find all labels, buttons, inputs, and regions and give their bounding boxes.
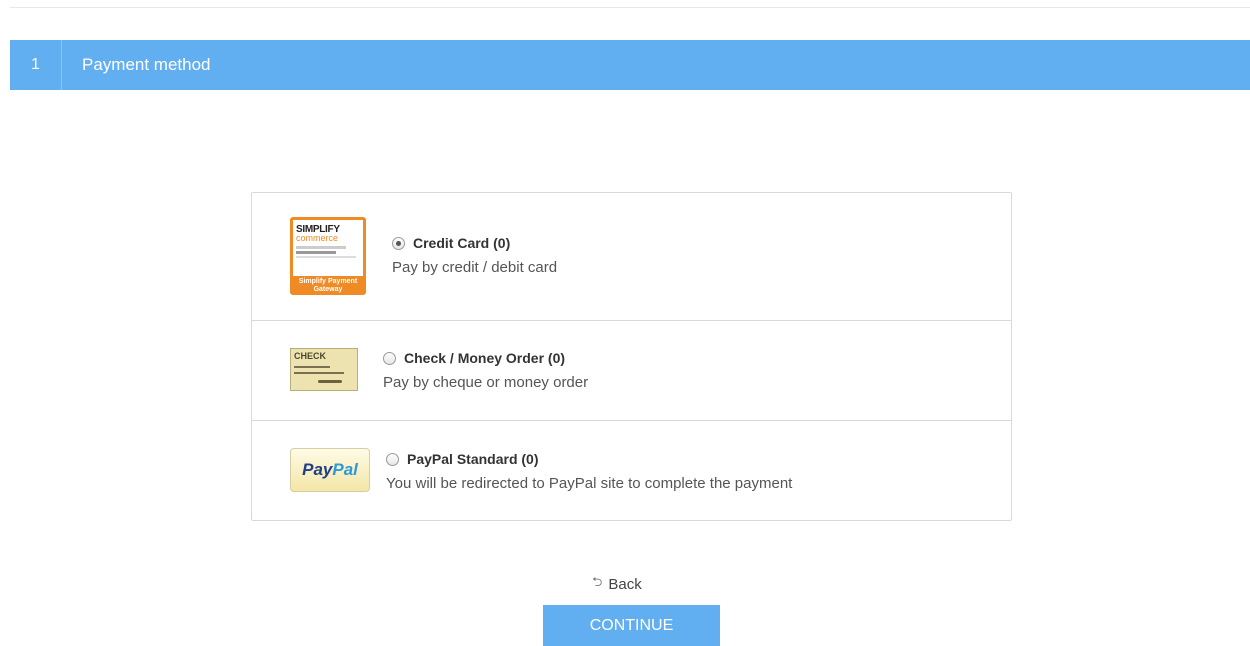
paypal-radio[interactable] [386,452,399,466]
check-logo: CHECK [290,348,358,391]
step-number: 1 [10,40,62,90]
paypal-description: You will be redirected to PayPal site to… [386,475,793,492]
step-header[interactable]: 1 Payment method [10,40,1250,90]
credit-card-option[interactable]: Credit Card (0) [392,235,557,251]
check-radio[interactable] [383,351,396,365]
payment-method-check[interactable]: CHECK Check / Money Order (0) Pay by che… [252,321,1011,421]
back-link[interactable]: ⮌ Back [592,573,642,595]
back-arrow-icon: ⮌ [592,574,603,589]
top-divider [10,7,1250,8]
paypal-label: PayPal Standard (0) [407,451,539,467]
check-option[interactable]: Check / Money Order (0) [383,350,588,366]
payment-method-credit-card[interactable]: SIMPLIFY commerce Simplify Payment Gatew… [252,193,1011,321]
payment-method-paypal[interactable]: PayPal PayPal Standard (0) You will be r… [252,421,1011,520]
back-label: Back [608,575,642,593]
credit-card-label: Credit Card (0) [413,235,511,251]
check-label: Check / Money Order (0) [404,350,566,366]
credit-card-description: Pay by credit / debit card [392,259,558,276]
step-title: Payment method [82,55,211,74]
payment-methods-list: SIMPLIFY commerce Simplify Payment Gatew… [251,192,1012,521]
continue-button[interactable]: CONTINUE [543,605,720,646]
paypal-option[interactable]: PayPal Standard (0) [386,451,792,467]
paypal-logo: PayPal [290,448,370,492]
check-description: Pay by cheque or money order [383,374,589,391]
credit-card-radio[interactable] [392,236,405,250]
simplify-commerce-logo: SIMPLIFY commerce Simplify Payment Gatew… [290,217,366,295]
